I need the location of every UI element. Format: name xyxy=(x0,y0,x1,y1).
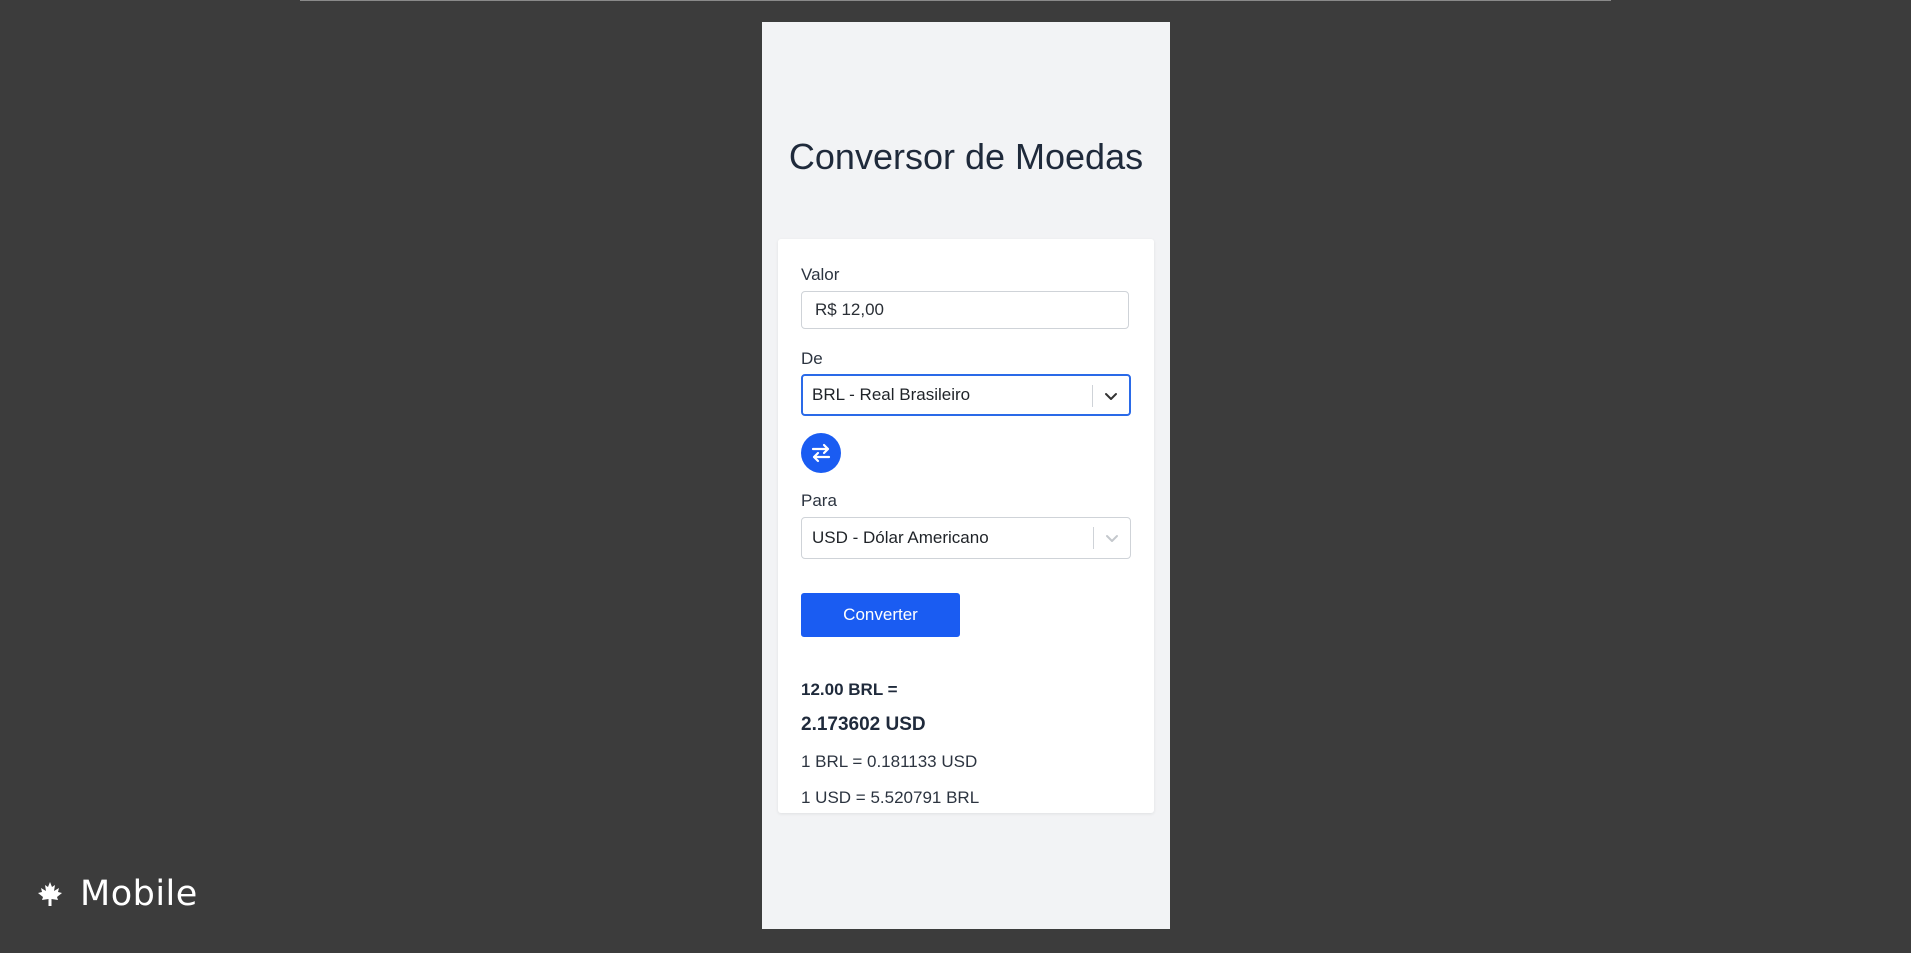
result-source-amount: 12.00 BRL = xyxy=(801,680,898,699)
top-divider xyxy=(300,0,1611,1)
amount-input[interactable]: R$ 12,00 xyxy=(801,291,1129,329)
from-currency-value: BRL - Real Brasileiro xyxy=(812,385,971,404)
rate-reverse: 1 USD = 5.520791 BRL xyxy=(801,788,980,807)
chevron-down-icon[interactable] xyxy=(1103,529,1121,547)
to-currency-select[interactable]: USD - Dólar Americano xyxy=(801,517,1131,559)
convert-button[interactable]: Converter xyxy=(801,593,960,637)
badge-label: Mobile xyxy=(80,874,198,914)
select-separator xyxy=(1092,385,1093,407)
from-currency-select[interactable]: BRL - Real Brasileiro xyxy=(801,374,1131,416)
to-label: Para xyxy=(801,491,837,510)
rate-forward: 1 BRL = 0.181133 USD xyxy=(801,752,978,771)
chevron-down-icon[interactable] xyxy=(1102,387,1120,405)
page-title: Conversor de Moedas xyxy=(788,136,1144,177)
amount-label: Valor xyxy=(801,265,840,284)
to-currency-value: USD - Dólar Americano xyxy=(812,528,989,547)
converter-card: Valor R$ 12,00 De BRL - Real Brasileiro … xyxy=(778,239,1154,813)
from-label: De xyxy=(801,349,823,368)
select-separator xyxy=(1093,527,1094,549)
device-badge: Mobile xyxy=(36,874,198,914)
swap-currencies-button[interactable] xyxy=(801,433,841,473)
maple-leaf-icon xyxy=(38,882,62,906)
mobile-viewport: Conversor de Moedas Valor R$ 12,00 De BR… xyxy=(762,22,1170,929)
swap-arrows-icon xyxy=(811,443,831,463)
result-converted-amount: 2.173602 USD xyxy=(801,714,926,735)
